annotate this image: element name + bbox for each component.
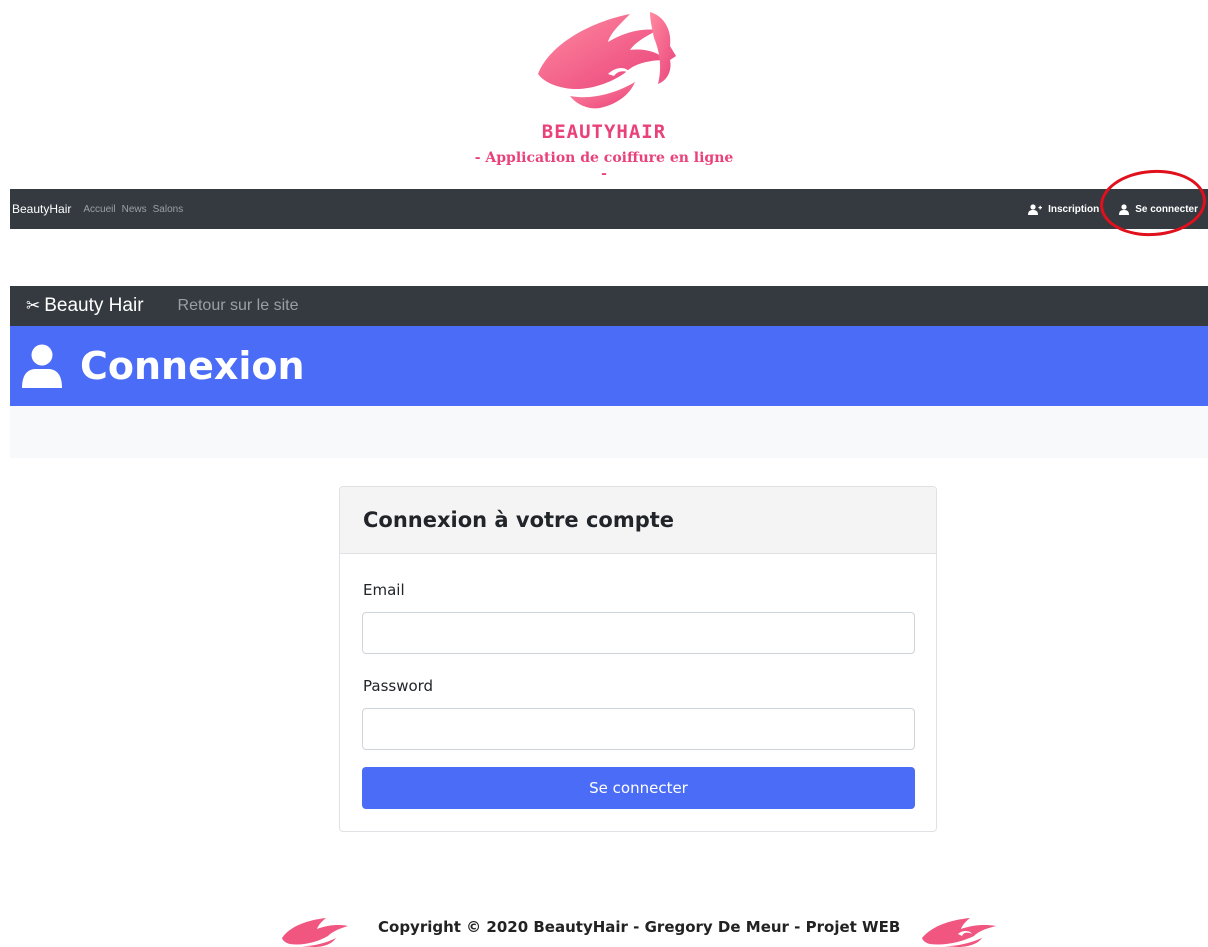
login-card: Connexion à votre compte Email Password … xyxy=(339,486,937,832)
password-label: Password xyxy=(363,677,434,695)
logo-title: BEAUTYHAIR xyxy=(541,121,667,143)
login-card-header: Connexion à votre compte xyxy=(340,487,936,554)
nav-link-accueil[interactable]: Accueil xyxy=(83,204,115,215)
back-to-site-link[interactable]: Retour sur le site xyxy=(178,297,299,315)
woman-hair-logo-icon xyxy=(922,918,996,947)
email-label: Email xyxy=(363,581,405,599)
nav-link-news[interactable]: News xyxy=(122,204,147,215)
woman-hair-logo-icon xyxy=(538,12,676,109)
user-plus-icon xyxy=(1028,203,1043,215)
register-label: Inscription xyxy=(1048,203,1100,215)
nav-link-salons[interactable]: Salons xyxy=(153,204,184,215)
page-title-text: Connexion xyxy=(80,344,305,388)
page-header: Connexion xyxy=(10,326,1208,406)
woman-hair-logo-icon xyxy=(282,918,348,947)
footer: Copyright © 2020 BeautyHair - Gregory De… xyxy=(0,908,1208,947)
admin-navbar: ✂ Beauty Hair Retour sur le site xyxy=(10,286,1208,326)
top-navbar: BeautyHair Accueil News Salons Inscripti… xyxy=(10,189,1208,229)
navbar-brand[interactable]: BeautyHair xyxy=(12,202,71,216)
password-field[interactable] xyxy=(362,708,915,750)
email-field[interactable] xyxy=(362,612,915,654)
page-title: Connexion xyxy=(22,344,305,388)
register-link[interactable]: Inscription xyxy=(1028,204,1099,215)
login-submit-button[interactable]: Se connecter xyxy=(362,767,915,809)
admin-navbar-brand[interactable]: ✂ Beauty Hair xyxy=(26,295,144,317)
scissors-icon: ✂ xyxy=(26,296,41,315)
user-icon xyxy=(22,344,62,388)
footer-copyright: Copyright © 2020 BeautyHair - Gregory De… xyxy=(378,918,901,936)
admin-brand-label: Beauty Hair xyxy=(44,295,144,316)
logo-subtitle: - Application de coiffure en ligne - xyxy=(474,150,734,182)
header-subband xyxy=(10,406,1208,458)
site-logo: BEAUTYHAIR - Application de coiffure en … xyxy=(470,0,738,182)
login-card-title: Connexion à votre compte xyxy=(363,508,675,532)
